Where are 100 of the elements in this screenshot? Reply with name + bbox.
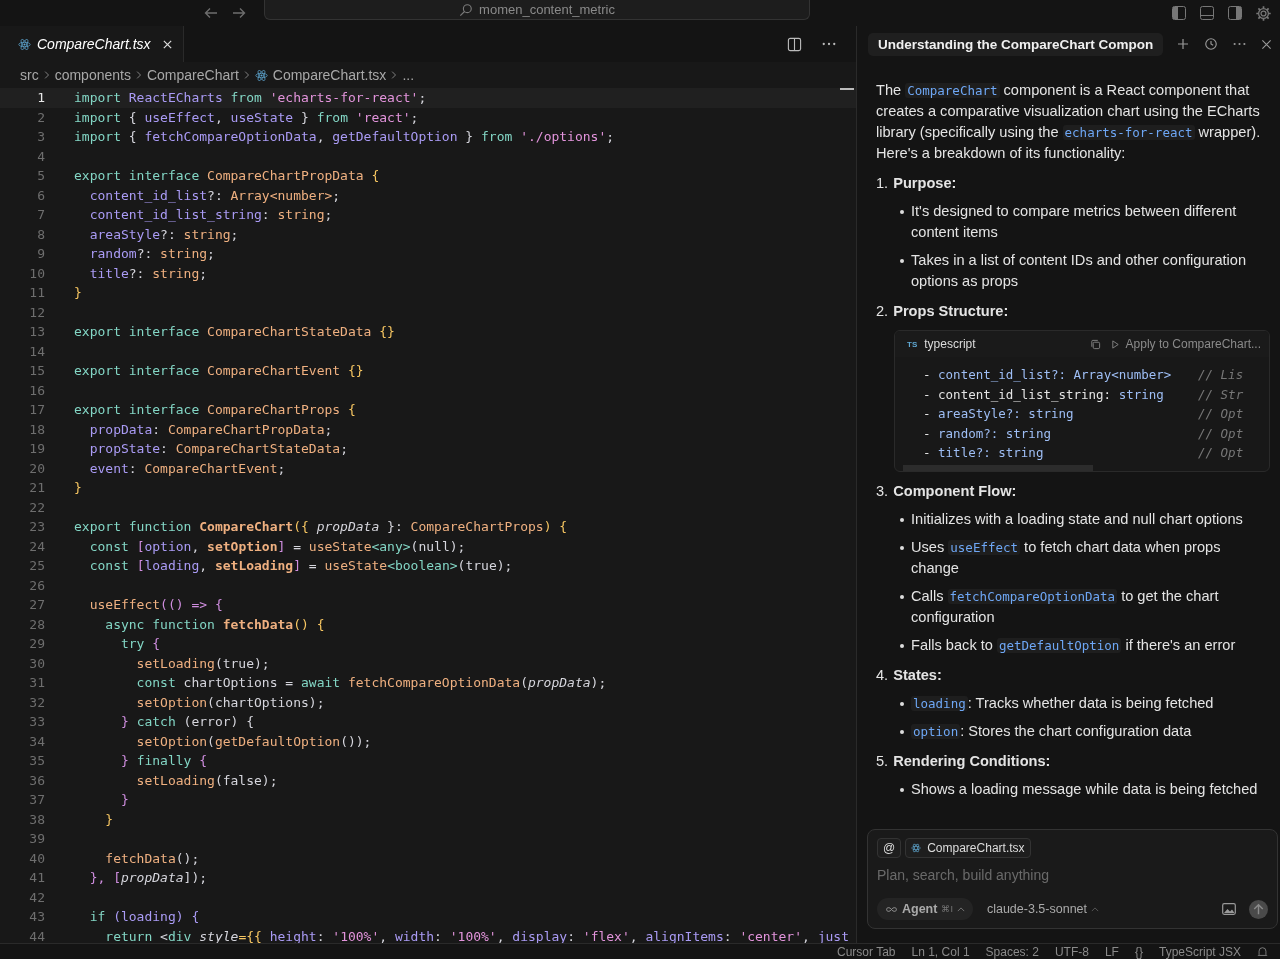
bullet-text: Uses useEffect to fetch chart data when props change — [911, 537, 1222, 578]
context-file-chip[interactable]: CompareChart.tsx — [905, 838, 1031, 858]
more-icon[interactable] — [1233, 42, 1246, 46]
panel-layout-icon[interactable] — [1199, 5, 1215, 21]
list-number: 1. — [876, 174, 889, 193]
copy-icon[interactable] — [1089, 338, 1101, 350]
react-file-icon — [18, 37, 31, 51]
bullet-text: Falls back to getDefaultOption if there's an error — [911, 635, 1236, 655]
split-editor-icon[interactable] — [787, 36, 802, 52]
editor-tab[interactable]: CompareChart.tsx — [0, 26, 184, 62]
code-line: } finally { — [119, 752, 208, 770]
list-number: 3. — [876, 481, 889, 501]
code-line: } — [104, 810, 114, 829]
line-number: 35 — [28, 752, 45, 770]
code-line: setLoading(false); — [135, 771, 278, 790]
chat-tab[interactable]: Understanding the CompareChart Compon — [868, 32, 1164, 56]
code-line: import { useEffect, useState } from 'react'; — [74, 108, 419, 127]
line-number: 10 — [28, 264, 45, 283]
sidebar-layout-icon[interactable] — [1171, 5, 1187, 21]
code-line: propData: CompareChartPropData; — [88, 420, 333, 439]
code-line: - random?: string — [923, 424, 1052, 443]
line-number: 17 — [28, 401, 45, 419]
code-line: content_id_list_string: string; — [88, 206, 333, 224]
bullet-icon — [900, 729, 904, 734]
more-icon[interactable] — [822, 42, 836, 46]
infinity-icon — [885, 905, 898, 913]
status-item[interactable]: LF — [1104, 944, 1119, 959]
language-abbreviation: TS — [907, 338, 918, 351]
chevron-icon — [243, 70, 250, 80]
agent-mode-button[interactable]: Agent ⌘I — [877, 898, 973, 920]
forward-arrow-icon[interactable] — [231, 5, 247, 21]
breadcrumb-item[interactable]: components — [54, 67, 131, 83]
code-line: - areaStyle?: string — [923, 405, 1075, 423]
code-line: export interface CompareChartPropData { — [74, 167, 380, 185]
line-number: 37 — [28, 791, 45, 809]
code-line: - title?: string — [923, 444, 1045, 462]
breadcrumb-item[interactable]: src — [20, 67, 39, 83]
line-number: 6 — [36, 186, 45, 205]
code-line: export interface CompareChartProps { — [74, 401, 356, 419]
code-line: propState: CompareChartStateData; — [88, 440, 348, 458]
scrollbar[interactable] — [903, 464, 1093, 471]
code-line: export interface CompareChartStateData {} — [74, 323, 395, 341]
breadcrumb-item[interactable]: CompareChart.tsx — [272, 67, 387, 83]
bullet-icon — [900, 545, 904, 550]
status-item[interactable]: UTF-8 — [1054, 944, 1089, 959]
apply-button[interactable]: Apply to CompareChart... — [1110, 337, 1261, 351]
status-item[interactable]: TypeScript JSX — [1158, 944, 1241, 959]
send-button[interactable] — [1249, 899, 1268, 919]
section-title: Component Flow: — [893, 481, 1017, 501]
line-number: 15 — [28, 362, 45, 380]
status-item[interactable]: Spaces: 2 — [985, 944, 1039, 959]
bell-icon[interactable] — [1257, 945, 1268, 958]
chevron-icon — [43, 70, 50, 80]
play-icon — [1110, 339, 1120, 349]
line-number: 41 — [28, 869, 45, 887]
code-line: const chartOptions = await fetchCompareOptionData(propData); — [135, 674, 607, 692]
breadcrumb-item[interactable]: CompareChart — [146, 67, 239, 83]
search-icon — [459, 2, 474, 17]
code-line: const [option, setOption] = useState<any>(null); — [88, 537, 466, 556]
settings-icon[interactable] — [1255, 4, 1272, 22]
chevron-icon — [391, 70, 398, 80]
line-number: 38 — [28, 810, 45, 829]
code-line: return <div style={{ height: '100%', width: '100%', display: 'flex', alignItems: 'center', just — [104, 927, 849, 943]
mention-button[interactable]: @ — [877, 838, 902, 858]
line-number: 18 — [28, 420, 45, 439]
plus-icon[interactable] — [1177, 38, 1189, 50]
message-paragraph: The CompareChart component is a React component that creates a comparative visualization chart using the ECharts library (specifically using the echarts-for-react wrapper). Here's a breakdown of its functionality: — [876, 81, 1262, 163]
caret-icon — [1091, 906, 1099, 912]
line-number: 9 — [36, 245, 45, 263]
line-number: 23 — [28, 518, 45, 536]
status-item[interactable]: {} — [1134, 944, 1143, 959]
close-icon[interactable] — [1261, 38, 1272, 50]
line-number: 28 — [28, 615, 45, 634]
line-number: 39 — [28, 830, 45, 848]
status-item[interactable]: Cursor Tab — [837, 944, 896, 959]
sidebar-layout-icon[interactable] — [1227, 5, 1243, 21]
line-number: 33 — [28, 713, 45, 731]
code-line: title?: string; — [88, 264, 208, 283]
line-number: 19 — [28, 440, 45, 458]
breadcrumb-item[interactable]: ... — [402, 67, 415, 83]
prompt-input[interactable]: Plan, search, build anything — [877, 865, 1268, 885]
bullet-text: Takes in a list of content IDs and other configuration options as props — [911, 251, 1248, 291]
code-line: setOption(getDefaultOption()); — [135, 732, 372, 751]
back-arrow-icon[interactable] — [203, 5, 219, 21]
list-number: 4. — [876, 665, 889, 685]
line-number: 11 — [28, 284, 45, 302]
bullet-icon — [900, 517, 904, 522]
code-line: try { — [119, 635, 161, 653]
model-selector[interactable]: claude-3.5-sonnet — [980, 901, 1105, 917]
search-field[interactable]: momen_content_metric — [264, 0, 810, 20]
line-number: 5 — [36, 167, 45, 185]
line-number: 16 — [28, 381, 45, 400]
react-file-icon — [911, 843, 922, 853]
line-number: 1 — [36, 89, 45, 107]
line-number: 7 — [36, 206, 45, 224]
image-icon[interactable] — [1222, 903, 1236, 915]
line-number: 21 — [28, 479, 45, 497]
status-item[interactable]: Ln 1, Col 1 — [911, 944, 970, 959]
line-number: 44 — [28, 927, 45, 943]
history-icon[interactable] — [1204, 37, 1218, 51]
